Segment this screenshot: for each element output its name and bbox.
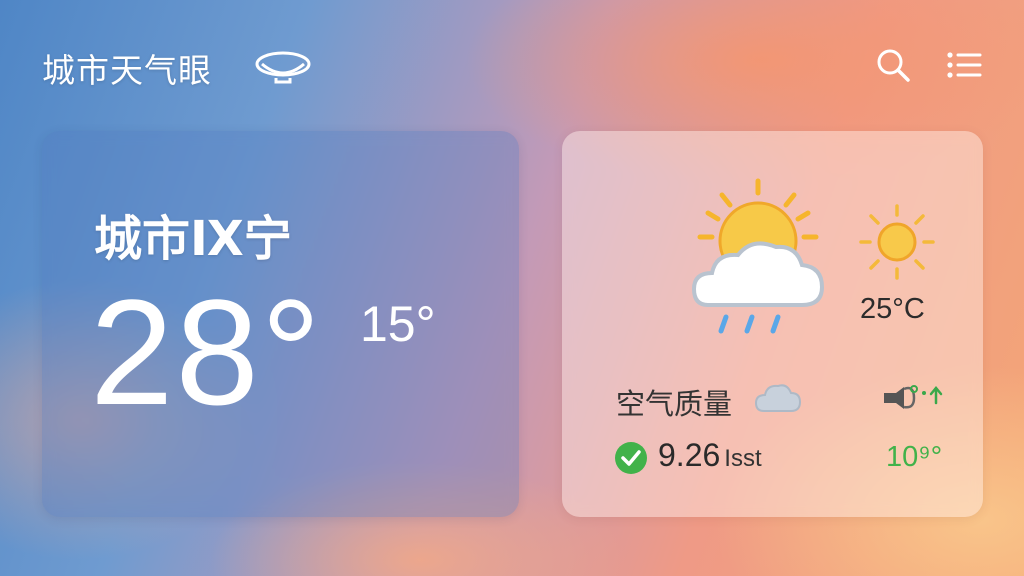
- app-title: 城市天气眼: [42, 51, 212, 90]
- wind-icon: [884, 385, 943, 409]
- air-quality-number: 9.26: [658, 437, 721, 473]
- eye-icon: [255, 51, 311, 84]
- check-icon: [615, 442, 647, 474]
- search-button[interactable]: [874, 46, 912, 84]
- list-menu-button[interactable]: [944, 46, 984, 84]
- top-bar: 城市天气眼: [0, 0, 1024, 110]
- weather-details-card[interactable]: 25°C 空气质量 9.26 Isst 10⁹°: [562, 131, 983, 517]
- sun-icon: [859, 204, 935, 280]
- current-weather-card[interactable]: 城市Ⅸ宁 28° 15°: [42, 131, 519, 517]
- city-name: 城市Ⅸ宁: [94, 211, 292, 267]
- air-quality-unit: Isst: [724, 445, 762, 472]
- cloud-icon: [754, 384, 802, 412]
- wind-value: 10⁹°: [886, 441, 943, 473]
- current-temperature: 28°: [90, 268, 323, 436]
- air-quality-label: 空气质量: [616, 387, 733, 421]
- secondary-temperature: 25°C: [860, 293, 925, 325]
- low-temperature: 15°: [360, 296, 436, 352]
- air-quality-value: 9.26 Isst: [658, 437, 762, 474]
- sun-cloud-rain-icon: [691, 178, 825, 334]
